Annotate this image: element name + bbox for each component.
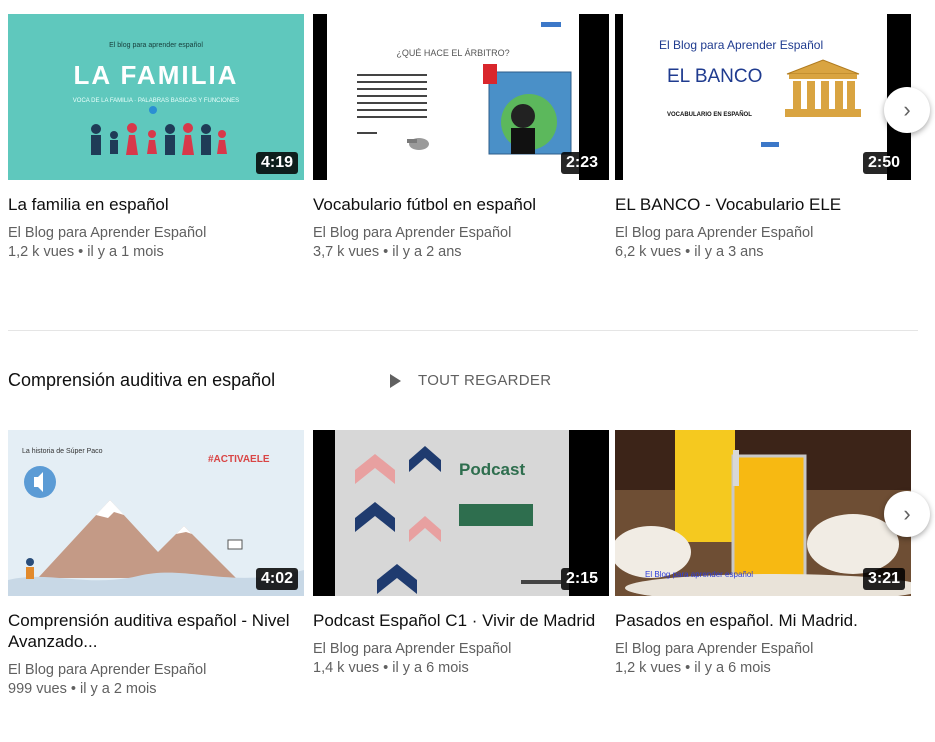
play-all-button[interactable]: TOUT REGARDER — [390, 372, 551, 389]
video-thumbnail[interactable]: La historia de Súper Paco #ACTIVAELE 4:0… — [8, 430, 304, 596]
channel-name[interactable]: El Blog para Aprender Español — [313, 224, 609, 242]
next-button[interactable]: › — [884, 87, 930, 133]
channel-name[interactable]: El Blog para Aprender Español — [8, 224, 304, 242]
video-meta: 1,2 k vues • il y a 6 mois — [615, 660, 771, 676]
video-thumbnail[interactable]: El Blog para Aprender Español EL BANCO V… — [615, 14, 911, 180]
video-meta: 1,4 k vues • il y a 6 mois — [313, 660, 469, 676]
video-meta: 6,2 k vues • il y a 3 ans — [615, 244, 764, 260]
video-title[interactable]: La familia en español — [8, 194, 304, 215]
thumb-caption: El Blog para aprender español — [645, 570, 754, 579]
video-card[interactable]: La historia de Súper Paco #ACTIVAELE 4:0… — [8, 430, 304, 699]
video-meta: 1,2 k vues • il y a 1 mois — [8, 244, 164, 260]
next-button[interactable]: › — [884, 491, 930, 537]
video-card[interactable]: ¿QUÉ HACE EL ÁRBITRO? 2:23 Vocabulario f… — [313, 14, 609, 262]
channel-name[interactable]: El Blog para Aprender Español — [8, 661, 304, 679]
video-title[interactable]: Pasados en español. Mi Madrid. — [615, 610, 911, 631]
video-thumbnail[interactable]: El Blog para aprender español 3:21 — [615, 430, 911, 596]
video-meta: 999 vues • il y a 2 mois — [8, 681, 157, 697]
video-title[interactable]: Podcast Español C1 · Vivir de Madrid — [313, 610, 609, 631]
thumb-headline: Podcast — [459, 460, 526, 479]
video-meta: 3,7 k vues • il y a 2 ans — [313, 244, 462, 260]
video-card[interactable]: El blog para aprender español LA FAMILIA… — [8, 14, 304, 262]
play-icon — [390, 373, 401, 388]
chevron-right-icon: › — [903, 501, 911, 526]
video-thumbnail[interactable]: ¿QUÉ HACE EL ÁRBITRO? 2:23 — [313, 14, 609, 180]
video-title[interactable]: Vocabulario fútbol en español — [313, 194, 609, 215]
duration-badge: 2:23 — [560, 152, 603, 174]
video-title[interactable]: Comprensión auditiva español - Nivel Ava… — [8, 610, 304, 652]
video-thumbnail[interactable]: Podcast 2:15 — [313, 430, 609, 596]
video-card[interactable]: El Blog para aprender español 3:21 Pasad… — [615, 430, 911, 678]
duration-badge: 4:19 — [255, 152, 298, 174]
duration-badge: 2:15 — [560, 568, 603, 590]
channel-name[interactable]: El Blog para Aprender Español — [313, 640, 609, 658]
section-divider — [8, 330, 918, 331]
channel-name[interactable]: El Blog para Aprender Español — [615, 224, 911, 242]
duration-badge: 2:50 — [862, 152, 905, 174]
duration-badge: 3:21 — [862, 568, 905, 590]
play-all-label: TOUT REGARDER — [418, 372, 552, 389]
shelf-title[interactable]: Comprensión auditiva en español — [8, 370, 275, 391]
duration-badge: 4:02 — [255, 568, 298, 590]
channel-name[interactable]: El Blog para Aprender Español — [615, 640, 911, 658]
chevron-right-icon: › — [903, 97, 911, 122]
video-title[interactable]: EL BANCO - Vocabulario ELE — [615, 194, 911, 215]
video-card[interactable]: El Blog para Aprender Español EL BANCO V… — [615, 14, 911, 262]
video-card[interactable]: Podcast 2:15 Podcast Español C1 · Vivir … — [313, 430, 609, 678]
video-thumbnail[interactable]: El blog para aprender español LA FAMILIA… — [8, 14, 304, 180]
